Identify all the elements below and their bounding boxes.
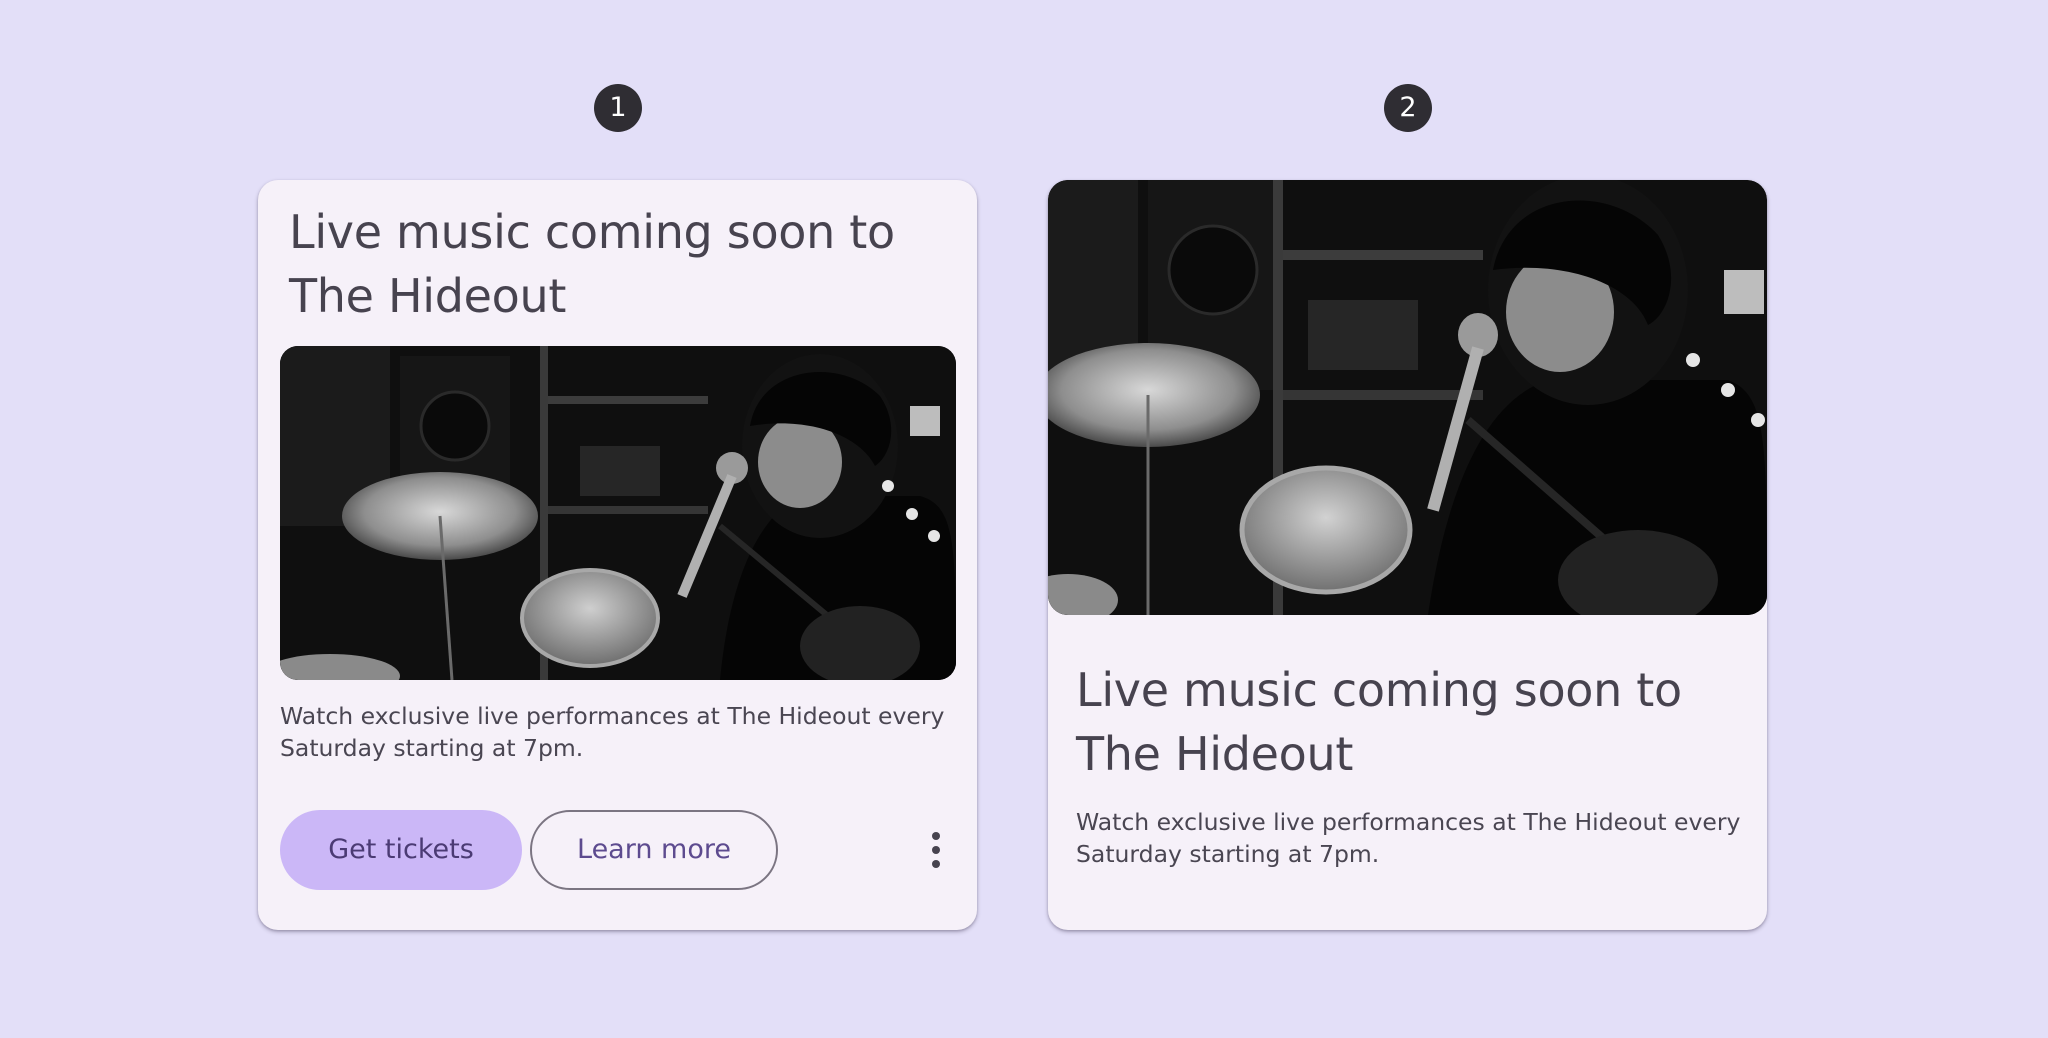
card-title: Live music coming soon to The Hideout <box>289 205 895 323</box>
label-badge-2: 2 <box>1384 84 1432 132</box>
card-image <box>280 346 956 680</box>
learn-more-button[interactable]: Learn more <box>530 810 778 890</box>
card-description: Watch exclusive live performances at The… <box>1076 808 1741 868</box>
card-image <box>1048 180 1767 615</box>
label-badge-1: 1 <box>594 84 642 132</box>
get-tickets-button[interactable]: Get tickets <box>280 810 522 890</box>
card-1[interactable]: Live music coming soon to The Hideout Wa… <box>258 180 977 930</box>
card-title: Live music coming soon to The Hideout <box>1076 663 1682 781</box>
card-description: Watch exclusive live performances at The… <box>280 702 945 762</box>
card-2[interactable]: Live music coming soon to The Hideout Wa… <box>1048 180 1767 930</box>
more-vert-icon[interactable] <box>912 826 960 874</box>
